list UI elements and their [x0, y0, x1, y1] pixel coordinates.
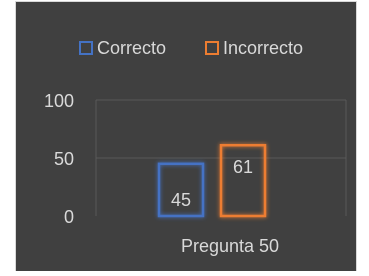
- data-label-incorrecto: 61: [233, 157, 253, 177]
- data-label-correcto: 45: [171, 190, 191, 210]
- bars: 45 61: [157, 143, 267, 218]
- legend-label-correcto: Correcto: [97, 38, 166, 58]
- chart-frame: Correcto Incorrecto 0 50 100 45 61 Pregunta …: [0, 0, 369, 271]
- x-category-label: Pregunta 50: [181, 236, 279, 256]
- y-tick-label-0: 0: [64, 207, 74, 227]
- x-axis-labels: Pregunta 50: [181, 236, 279, 256]
- y-axis-ticks: 0 50 100: [44, 91, 74, 227]
- legend-label-incorrecto: Incorrecto: [223, 38, 303, 58]
- legend-swatch-incorrecto: [205, 41, 219, 55]
- legend-swatch-correcto: [79, 41, 93, 55]
- legend: Correcto Incorrecto: [79, 38, 303, 58]
- bar-chart: Correcto Incorrecto 0 50 100 45 61 Pregunta …: [44, 38, 347, 256]
- bar-incorrecto: [219, 143, 267, 218]
- y-tick-label-100: 100: [44, 91, 74, 111]
- y-tick-label-50: 50: [54, 149, 74, 169]
- chart-area: Correcto Incorrecto 0 50 100 45 61 Pregunta …: [15, 1, 357, 271]
